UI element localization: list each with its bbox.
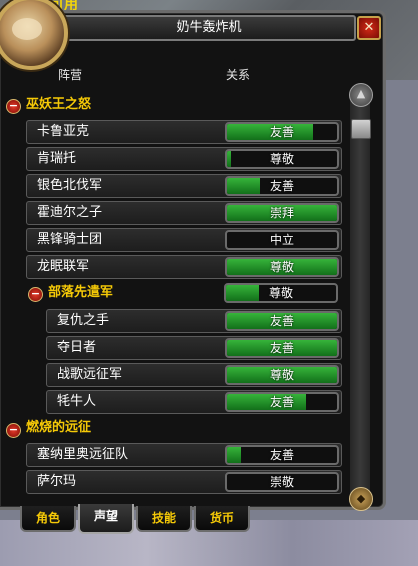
reputation-bar: 崇敬 — [225, 472, 339, 492]
reputation-bar: 尊敬 — [225, 365, 339, 385]
reputation-bar: 崇拜 — [225, 203, 339, 223]
standing-label: 友善 — [269, 395, 294, 409]
standing-label: 尊敬 — [269, 152, 294, 166]
group-header[interactable]: 燃烧的远征 — [26, 417, 91, 439]
faction-row[interactable]: 霍迪尔之子 崇拜 — [26, 201, 342, 225]
faction-row[interactable]: 复仇之手 友善 — [46, 309, 342, 333]
tab-reputation[interactable]: 声望 — [78, 504, 134, 534]
faction-row[interactable]: 牦牛人 友善 — [46, 390, 342, 414]
faction-row[interactable]: 卡鲁亚克 友善 — [26, 120, 342, 144]
reputation-bar: 友善 — [225, 311, 339, 331]
faction-row[interactable]: 龙眠联军 尊敬 — [26, 255, 342, 279]
column-header-relation: 关系 — [226, 68, 251, 82]
reputation-bar: 尊敬 — [225, 257, 339, 277]
reputation-window: 奶牛轰炸机 ✕ 阵营 关系 ▲ ◆ − 巫妖王之怒 卡鲁亚克 友善 肯瑞托 尊敬… — [0, 10, 386, 511]
scroll-up-button[interactable]: ▲ — [349, 83, 373, 107]
scrollbar-thumb[interactable] — [351, 119, 371, 139]
close-button[interactable]: ✕ — [357, 16, 381, 40]
reputation-bar: 尊敬 — [224, 283, 338, 303]
collapse-icon[interactable]: − — [6, 423, 21, 438]
reputation-bar: 友善 — [225, 392, 339, 412]
standing-label: 友善 — [269, 125, 294, 139]
faction-row[interactable]: 夺日者 友善 — [46, 336, 342, 360]
faction-name: 霍迪尔之子 — [37, 205, 103, 220]
standing-label: 友善 — [269, 448, 294, 462]
reputation-bar: 友善 — [225, 122, 339, 142]
reputation-bar: 友善 — [225, 445, 339, 465]
tab-character[interactable]: 角色 — [20, 506, 76, 532]
collapse-icon[interactable]: − — [6, 99, 21, 114]
subgroup-row[interactable]: − 部落先遣军 尊敬 — [26, 282, 340, 304]
tab-skills[interactable]: 技能 — [136, 506, 192, 532]
standing-label: 友善 — [269, 341, 294, 355]
standing-label: 中立 — [269, 233, 294, 247]
faction-name: 塞纳里奥远征队 — [37, 447, 129, 462]
standing-label: 尊敬 — [269, 260, 294, 274]
faction-row[interactable]: 萨尔玛 崇敬 — [26, 470, 342, 494]
faction-name: 战歌远征军 — [57, 367, 123, 382]
standing-label: 尊敬 — [269, 368, 294, 382]
up-arrow-icon: ▲ — [356, 87, 366, 100]
window-title[interactable]: 奶牛轰炸机 — [62, 15, 356, 41]
scrollbar-track[interactable] — [350, 93, 370, 507]
faction-name: 牦牛人 — [57, 394, 97, 409]
faction-row[interactable]: 黑锋骑士团 中立 — [26, 228, 342, 252]
faction-name: 萨尔玛 — [37, 474, 77, 489]
column-header-faction: 阵营 — [58, 68, 83, 82]
standing-label: 崇敬 — [269, 475, 294, 489]
tracking-button[interactable]: ◆ — [349, 487, 373, 511]
tab-currency[interactable]: 货币 — [194, 506, 250, 532]
reputation-bar: 中立 — [225, 230, 339, 250]
tracking-icon: ◆ — [356, 492, 366, 505]
faction-name: 黑锋骑士团 — [37, 232, 103, 247]
faction-name: 卡鲁亚克 — [37, 124, 90, 139]
standing-label: 尊敬 — [268, 286, 293, 300]
standing-label: 友善 — [269, 179, 294, 193]
faction-name: 银色北伐军 — [37, 178, 103, 193]
reputation-bar: 尊敬 — [225, 149, 339, 169]
faction-name: 肯瑞托 — [37, 151, 77, 166]
faction-row[interactable]: 塞纳里奥远征队 友善 — [26, 443, 342, 467]
subgroup-header: 部落先遣军 — [48, 285, 114, 300]
reputation-bar: 友善 — [225, 176, 339, 196]
faction-name: 复仇之手 — [57, 313, 110, 328]
faction-name: 龙眠联军 — [37, 259, 90, 274]
standing-label: 崇拜 — [269, 206, 294, 220]
group-header[interactable]: 巫妖王之怒 — [26, 94, 91, 116]
reputation-bar: 友善 — [225, 338, 339, 358]
standing-label: 友善 — [269, 314, 294, 328]
faction-name: 夺日者 — [57, 340, 97, 355]
faction-row[interactable]: 战歌远征军 尊敬 — [46, 363, 342, 387]
faction-row[interactable]: 肯瑞托 尊敬 — [26, 147, 342, 171]
portrait-face — [12, 18, 42, 40]
collapse-icon[interactable]: − — [28, 287, 43, 302]
faction-row[interactable]: 银色北伐军 友善 — [26, 174, 342, 198]
